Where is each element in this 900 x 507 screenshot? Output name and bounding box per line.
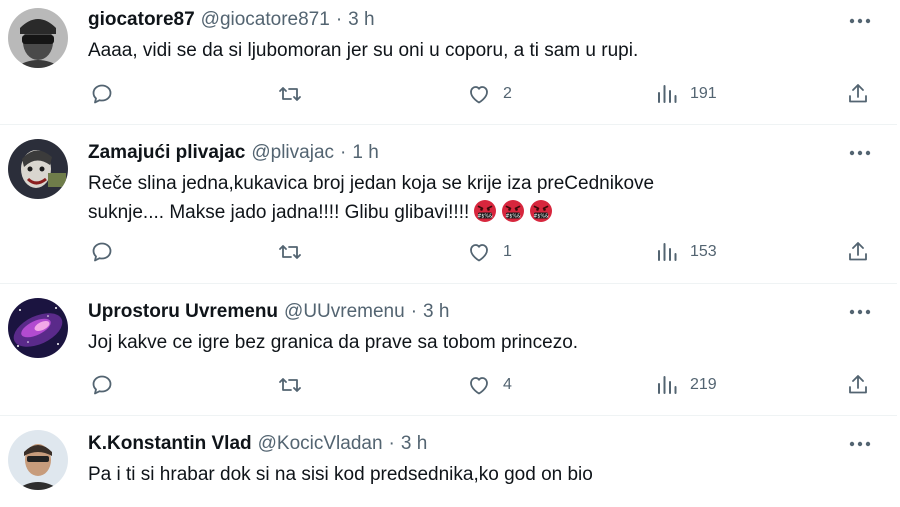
- separator-dot: ·: [388, 433, 395, 454]
- tweet-text: Aaaa, vidi se da si ljubomoran jer su on…: [88, 36, 788, 65]
- tweet-item[interactable]: Uprostoru Uvremenu @UUvremenu · 3 h Joj …: [0, 284, 897, 416]
- separator-dot: ·: [340, 142, 347, 163]
- like-count: 1: [503, 243, 512, 260]
- reply-button[interactable]: [90, 79, 114, 109]
- like-count: 4: [503, 376, 512, 393]
- like-button[interactable]: 4: [467, 370, 512, 400]
- more-icon: [849, 150, 871, 156]
- tweet-text-line: Pa i ti si hrabar dok si na sisi kod pre…: [88, 464, 593, 485]
- avatar[interactable]: [8, 298, 68, 358]
- tweet-header: giocatore87 @giocatore871 · 3 h: [88, 6, 375, 34]
- separator-dot: ·: [410, 301, 418, 322]
- retweet-icon: [279, 87, 301, 101]
- more-button[interactable]: [846, 139, 874, 167]
- tweet-text: Reče slina jedna,kukavica broj jedan koj…: [88, 169, 788, 227]
- reply-button[interactable]: [90, 370, 114, 400]
- views-icon: [658, 376, 677, 394]
- reply-button[interactable]: [90, 237, 114, 267]
- more-icon: [849, 441, 871, 447]
- share-icon: [849, 84, 867, 103]
- views-button[interactable]: 219: [656, 370, 717, 400]
- action-bar: 4 219: [0, 370, 897, 400]
- views-button[interactable]: 191: [656, 79, 717, 109]
- share-button[interactable]: [846, 79, 870, 109]
- more-button[interactable]: [846, 430, 874, 458]
- more-icon: [849, 18, 871, 24]
- views-count: 191: [690, 85, 717, 102]
- cursing-face-emoji: #$%&: [502, 200, 525, 222]
- retweet-button[interactable]: [277, 237, 303, 267]
- display-name[interactable]: giocatore87: [88, 9, 195, 31]
- like-icon: [470, 377, 488, 395]
- more-button[interactable]: [846, 7, 874, 35]
- timestamp[interactable]: 3 h: [423, 301, 449, 323]
- share-icon: [849, 242, 867, 261]
- views-icon: [658, 85, 677, 103]
- avatar[interactable]: [8, 430, 68, 490]
- share-button[interactable]: [846, 370, 870, 400]
- reply-icon: [92, 242, 112, 262]
- tweet-header: K.Konstantin Vlad @KocicVladan · 3 h: [88, 430, 427, 458]
- display-name[interactable]: Zamajući plivajac: [88, 142, 245, 164]
- like-button[interactable]: 1: [467, 237, 512, 267]
- user-handle[interactable]: @UUvremenu: [284, 301, 405, 323]
- reply-icon: [92, 375, 112, 395]
- retweet-icon: [279, 378, 301, 392]
- action-bar: 2 191: [0, 79, 897, 109]
- user-handle[interactable]: @KocicVladan: [258, 433, 383, 455]
- timestamp[interactable]: 1 h: [352, 142, 378, 164]
- tweet-item[interactable]: K.Konstantin Vlad @KocicVladan · 3 h Pa …: [0, 416, 897, 507]
- timestamp[interactable]: 3 h: [401, 433, 427, 455]
- more-icon: [849, 309, 871, 315]
- like-icon: [470, 244, 488, 262]
- display-name[interactable]: Uprostoru Uvremenu: [88, 301, 278, 323]
- display-name[interactable]: K.Konstantin Vlad: [88, 433, 252, 455]
- separator-dot: ·: [335, 9, 343, 30]
- action-bar: 1 153: [0, 237, 897, 267]
- retweet-icon: [279, 245, 301, 259]
- svg-text:#$%&: #$%&: [534, 213, 550, 219]
- views-count: 153: [690, 243, 717, 260]
- tweet-header: Zamajući plivajac @plivajac · 1 h: [88, 139, 379, 167]
- svg-text:#$%&: #$%&: [506, 213, 522, 219]
- svg-text:#$%&: #$%&: [478, 213, 494, 219]
- share-button[interactable]: [846, 237, 870, 267]
- share-icon: [849, 375, 867, 394]
- retweet-button[interactable]: [277, 79, 303, 109]
- tweet-text-line: Aaaa, vidi se da si ljubomoran jer su on…: [88, 40, 639, 61]
- like-count: 2: [503, 85, 512, 102]
- tweet-item[interactable]: giocatore87 @giocatore871 · 3 h Aaaa, vi…: [0, 0, 897, 125]
- timestamp[interactable]: 3 h: [348, 9, 374, 31]
- avatar[interactable]: [8, 139, 68, 199]
- reply-icon: [92, 84, 112, 104]
- tweet-text: Pa i ti si hrabar dok si na sisi kod pre…: [88, 460, 788, 489]
- views-count: 219: [690, 376, 717, 393]
- tweet-text-line: suknje.... Makse jado jadna!!!! Glibu gl…: [88, 202, 470, 223]
- views-button[interactable]: 153: [656, 237, 717, 267]
- user-handle[interactable]: @giocatore871: [201, 9, 330, 31]
- user-handle[interactable]: @plivajac: [251, 142, 334, 164]
- tweet-header: Uprostoru Uvremenu @UUvremenu · 3 h: [88, 298, 449, 326]
- cursing-face-emoji: #$%&: [474, 200, 497, 222]
- more-button[interactable]: [846, 298, 874, 326]
- tweet-text-line: Reče slina jedna,kukavica broj jedan koj…: [88, 173, 655, 194]
- views-icon: [658, 243, 677, 261]
- tweet-text: Joj kakve ce igre bez granica da prave s…: [88, 328, 788, 357]
- like-button[interactable]: 2: [467, 79, 512, 109]
- cursing-face-emoji: #$%&: [530, 200, 553, 222]
- like-icon: [470, 86, 488, 104]
- tweet-item[interactable]: Zamajući plivajac @plivajac · 1 h Reče s…: [0, 125, 897, 284]
- retweet-button[interactable]: [277, 370, 303, 400]
- tweet-text-line-2: suknje.... Makse jado jadna!!!! Glibu gl…: [88, 198, 788, 227]
- avatar[interactable]: [8, 8, 68, 68]
- tweet-text-line: Joj kakve ce igre bez granica da prave s…: [88, 332, 579, 353]
